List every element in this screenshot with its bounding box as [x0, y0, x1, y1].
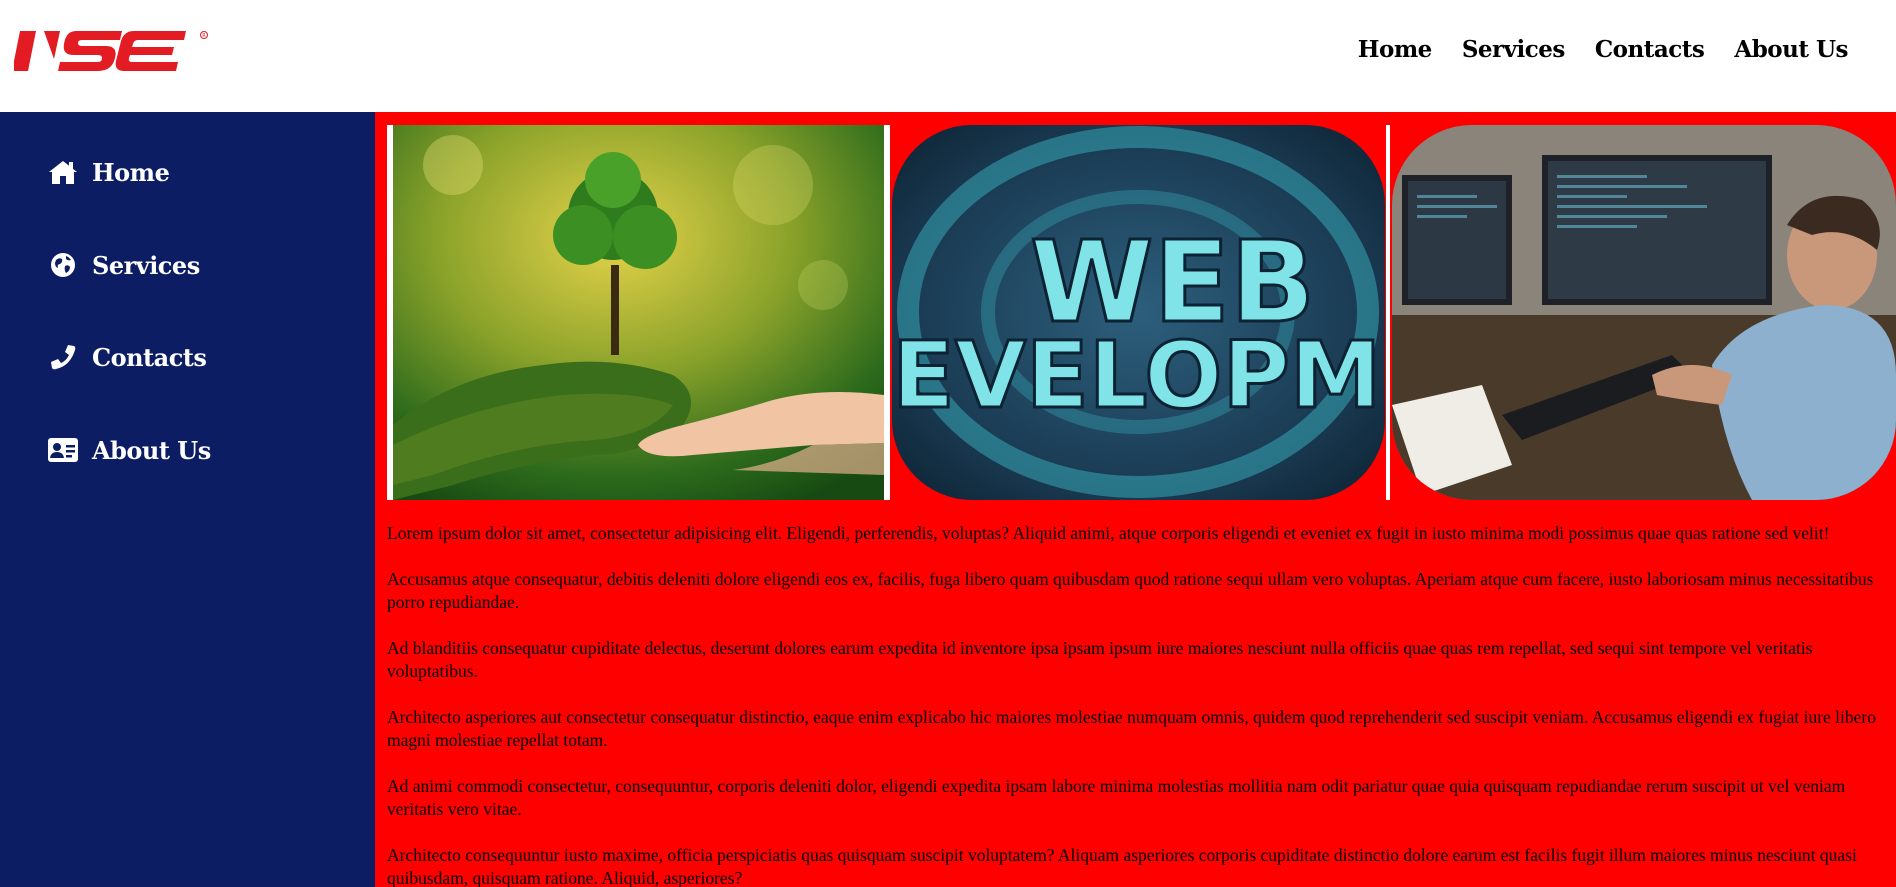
paragraph: Ad animi commodi consectetur, consequunt…	[387, 776, 1846, 819]
sidebar-item-contacts[interactable]: Contacts	[48, 337, 207, 377]
web-development-image: WEB EVELOPME	[892, 125, 1385, 500]
sidebar-item-label: About Us	[92, 435, 211, 465]
site-header: R Home Services Contacts About Us	[0, 0, 1896, 112]
development-text: EVELOPME	[892, 322, 1385, 429]
globe-icon	[48, 250, 78, 280]
top-nav-home[interactable]: Home	[1358, 36, 1433, 63]
ijse-logo[interactable]: R	[12, 27, 214, 77]
top-nav-services[interactable]: Services	[1462, 36, 1566, 63]
phone-icon	[48, 342, 78, 372]
top-nav-contacts[interactable]: Contacts	[1595, 36, 1705, 63]
tree-in-hands-image	[387, 125, 890, 500]
sidebar-item-services[interactable]: Services	[48, 245, 200, 285]
paragraph: Architecto consequuntur iusto maxime, of…	[387, 845, 1857, 887]
main-content: WEB EVELOPME	[375, 112, 1896, 887]
svg-text:R: R	[202, 33, 206, 39]
top-nav-about-us[interactable]: About Us	[1734, 36, 1848, 63]
sidebar-item-label: Home	[92, 157, 170, 187]
sidebar-item-about-us[interactable]: About Us	[48, 430, 211, 470]
home-icon	[48, 157, 78, 187]
id-card-icon	[48, 435, 78, 465]
sidebar-item-home[interactable]: Home	[48, 152, 170, 192]
developer-at-desk-image	[1392, 125, 1896, 500]
paragraph: Architecto asperiores aut consectetur co…	[387, 707, 1876, 750]
paragraph: Ad blanditiis consequatur cupiditate del…	[387, 638, 1813, 681]
paragraph: Lorem ipsum dolor sit amet, consectetur …	[387, 523, 1830, 543]
article-text: Lorem ipsum dolor sit amet, consectetur …	[387, 522, 1877, 887]
sidebar-item-label: Services	[92, 250, 200, 280]
paragraph: Accusamus atque consequatur, debitis del…	[387, 569, 1874, 612]
sidebar-item-label: Contacts	[92, 342, 207, 372]
sidebar: Home Services Contacts About Us	[0, 112, 375, 887]
top-navigation: Home Services Contacts About Us	[1358, 36, 1849, 63]
image-gallery: WEB EVELOPME	[387, 125, 1896, 500]
